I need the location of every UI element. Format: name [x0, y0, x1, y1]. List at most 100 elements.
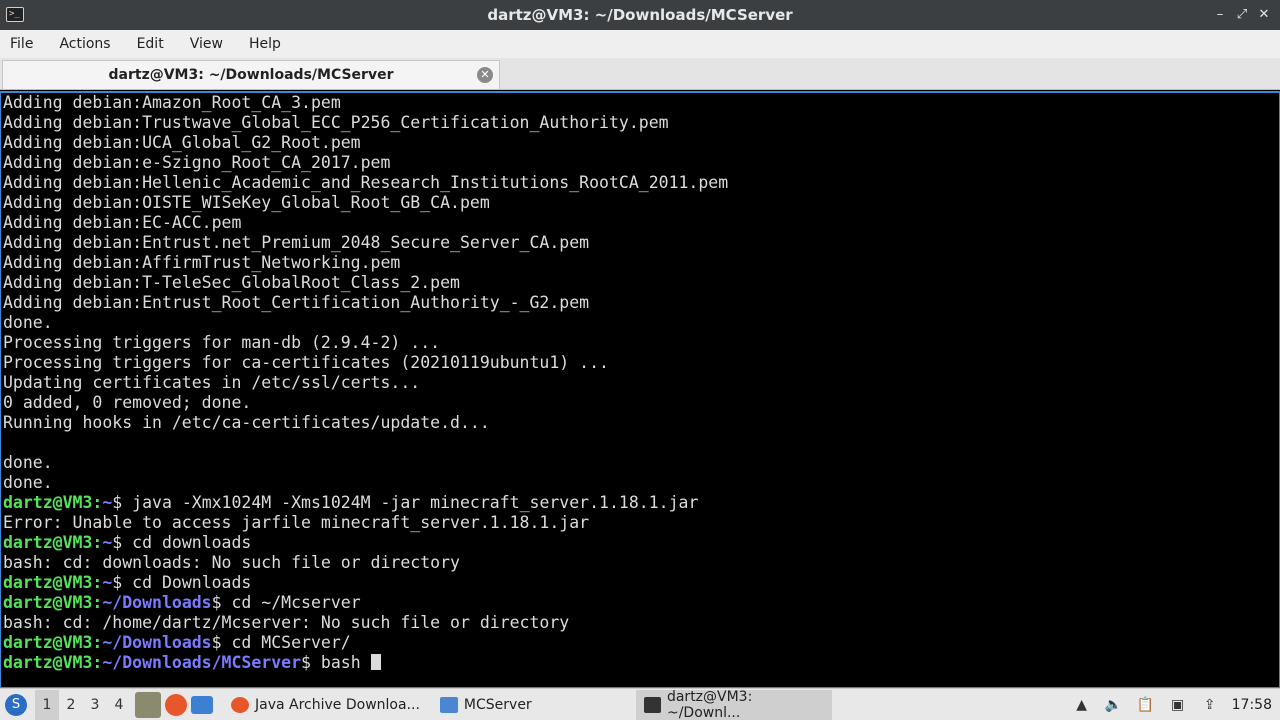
- prompt-separator: :: [92, 633, 103, 652]
- command-text: bash: [310, 653, 371, 672]
- task-file-manager[interactable]: MCServer: [432, 690, 540, 720]
- file-manager-launcher-icon[interactable]: [135, 691, 161, 718]
- terminal-line: Adding debian:T-TeleSec_GlobalRoot_Class…: [3, 273, 460, 292]
- terminal-line: Processing triggers for ca-certificates …: [3, 353, 609, 372]
- terminal-output-line: bash: cd: /home/dartz/Mcserver: No such …: [3, 613, 570, 632]
- prompt-symbol: $: [301, 653, 311, 672]
- task-terminal[interactable]: dartz@VM3: ~/Downl...: [635, 688, 832, 720]
- terminal-output-line: bash: cd: downloads: No such file or dir…: [3, 553, 460, 572]
- window-controls: – ⤢ ✕: [1212, 5, 1272, 25]
- menu-actions[interactable]: Actions: [59, 36, 124, 52]
- task-label: MCServer: [463, 696, 532, 713]
- maximize-button[interactable]: ⤢: [1234, 5, 1250, 25]
- workspace-4[interactable]: 4: [107, 690, 131, 720]
- prompt-user: dartz@VM3: [3, 633, 93, 652]
- prompt-symbol: $: [112, 493, 123, 512]
- command-text: cd downloads: [122, 533, 252, 552]
- clock: 17:58: [1231, 697, 1272, 713]
- terminal-prompt-line: dartz@VM3:~$ java -Xmx1024M -Xms1024M -j…: [3, 493, 1279, 513]
- tab-bar: dartz@VM3: ~/Downloads/MCServer ✕: [0, 58, 1280, 90]
- prompt-symbol: $: [211, 593, 222, 612]
- prompt-separator: :: [92, 533, 103, 552]
- menu-help[interactable]: Help: [249, 36, 295, 52]
- task-label: Java Archive Downloa...: [255, 696, 420, 713]
- prompt-separator: :: [92, 573, 103, 592]
- menu-view[interactable]: View: [190, 36, 237, 52]
- menu-file[interactable]: File: [10, 36, 47, 52]
- prompt-path: ~: [102, 493, 113, 512]
- task-firefox[interactable]: Java Archive Downloa...: [223, 690, 428, 720]
- system-tray: ▲ 🔈 📋 ▣ ⇪ 17:58: [1066, 689, 1280, 720]
- close-button[interactable]: ✕: [1256, 5, 1272, 25]
- prompt-symbol: $: [112, 533, 123, 552]
- terminal-icon: [643, 696, 661, 713]
- tab-close-icon[interactable]: ✕: [477, 67, 493, 83]
- task-label: dartz@VM3: ~/Downl...: [666, 688, 753, 720]
- terminal-line: Adding debian:Trustwave_Global_ECC_P256_…: [3, 113, 669, 132]
- terminal-prompt-line: dartz@VM3:~$ cd Downloads: [3, 573, 1279, 593]
- terminal-line: Adding debian:Hellenic_Academic_and_Rese…: [3, 173, 729, 192]
- prompt-user: dartz@VM3: [3, 653, 93, 672]
- prompt-user: dartz@VM3: [3, 593, 93, 612]
- volume-icon[interactable]: 🔈: [1103, 696, 1125, 714]
- terminal-output[interactable]: Adding debian:Amazon_Root_CA_3.pem Adding…: [0, 91, 1280, 688]
- prompt-separator: :: [92, 593, 103, 612]
- tab-label: dartz@VM3: ~/Downloads/MCServer: [108, 67, 394, 83]
- start-menu-icon[interactable]: S: [5, 693, 27, 716]
- desktop-launcher-icon[interactable]: [191, 695, 213, 714]
- workspace-2[interactable]: 2: [59, 690, 83, 720]
- terminal-line: done.: [3, 473, 53, 492]
- window-titlebar: >_ dartz@VM3: ~/Downloads/MCServer – ⤢ ✕: [0, 0, 1280, 30]
- arrow-up-icon[interactable]: ▲: [1071, 696, 1093, 714]
- terminal-line: Adding debian:OISTE_WISeKey_Global_Root_…: [3, 193, 490, 212]
- terminal-line: Adding debian:Entrust.net_Premium_2048_S…: [3, 233, 590, 252]
- clipboard-icon[interactable]: 📋: [1135, 696, 1157, 714]
- window-title: dartz@VM3: ~/Downloads/MCServer: [487, 6, 793, 24]
- terminal-line: Adding debian:Entrust_Root_Certification…: [3, 293, 590, 312]
- command-text: cd ~/Mcserver: [221, 593, 361, 612]
- prompt-user: dartz@VM3: [3, 493, 93, 512]
- folder-icon: [439, 696, 458, 713]
- terminal-line: Processing triggers for man-db (2.9.4-2)…: [3, 333, 441, 352]
- command-text: cd MCServer/: [221, 633, 351, 652]
- prompt-path: ~/Downloads/MCServer: [102, 653, 302, 672]
- terminal-line: Adding debian:Amazon_Root_CA_3.pem: [3, 93, 341, 112]
- taskbar: S 1 2 3 4 Java Archive Downloa... MCServ…: [0, 688, 1280, 720]
- prompt-user: dartz@VM3: [3, 533, 93, 552]
- prompt-symbol: $: [112, 573, 123, 592]
- prompt-separator: :: [92, 493, 103, 512]
- prompt-path: ~/Downloads: [102, 593, 212, 612]
- prompt-path: ~/Downloads: [102, 633, 212, 652]
- terminal-line: Running hooks in /etc/ca-certificates/up…: [3, 413, 490, 432]
- terminal-line: Adding debian:e-Szigno_Root_CA_2017.pem: [3, 153, 391, 172]
- terminal-prompt-line: dartz@VM3:~/Downloads$ cd ~/Mcserver: [3, 593, 1279, 613]
- tab-terminal-session[interactable]: dartz@VM3: ~/Downloads/MCServer ✕: [2, 60, 500, 89]
- minimize-button[interactable]: –: [1212, 5, 1228, 25]
- workspace-switcher: 1 2 3 4: [35, 689, 131, 720]
- terminal-line: Adding debian:EC-ACC.pem: [3, 213, 242, 232]
- terminal-prompt-line: dartz@VM3:~$ cd downloads: [3, 533, 1279, 553]
- prompt-separator: :: [92, 653, 103, 672]
- command-text: java -Xmx1024M -Xms1024M -jar minecraft_…: [122, 493, 699, 512]
- command-text: cd Downloads: [122, 573, 252, 592]
- firefox-launcher-icon[interactable]: [165, 693, 187, 716]
- menu-edit[interactable]: Edit: [137, 36, 178, 52]
- terminal-line: Updating certificates in /etc/ssl/certs.…: [3, 373, 421, 392]
- terminal-line: done.: [3, 453, 53, 472]
- prompt-user: dartz@VM3: [3, 573, 93, 592]
- terminal-line: Adding debian:AffirmTrust_Networking.pem: [3, 253, 401, 272]
- prompt-symbol: $: [211, 633, 222, 652]
- workspace-1[interactable]: 1: [35, 689, 59, 720]
- terminal-output-line: Error: Unable to access jarfile minecraf…: [3, 513, 590, 532]
- network-icon[interactable]: ▣: [1167, 696, 1189, 714]
- terminal-prompt-line: dartz@VM3:~/Downloads/MCServer$ bash: [3, 653, 1279, 673]
- firefox-icon: [231, 696, 249, 713]
- workspace-3[interactable]: 3: [83, 690, 107, 720]
- terminal-app-icon: >_: [6, 7, 24, 22]
- terminal-line: 0 added, 0 removed; done.: [3, 393, 252, 412]
- update-icon[interactable]: ⇪: [1199, 696, 1221, 714]
- prompt-path: ~: [102, 533, 113, 552]
- menu-bar: File Actions Edit View Help: [0, 30, 1280, 58]
- prompt-path: ~: [102, 573, 113, 592]
